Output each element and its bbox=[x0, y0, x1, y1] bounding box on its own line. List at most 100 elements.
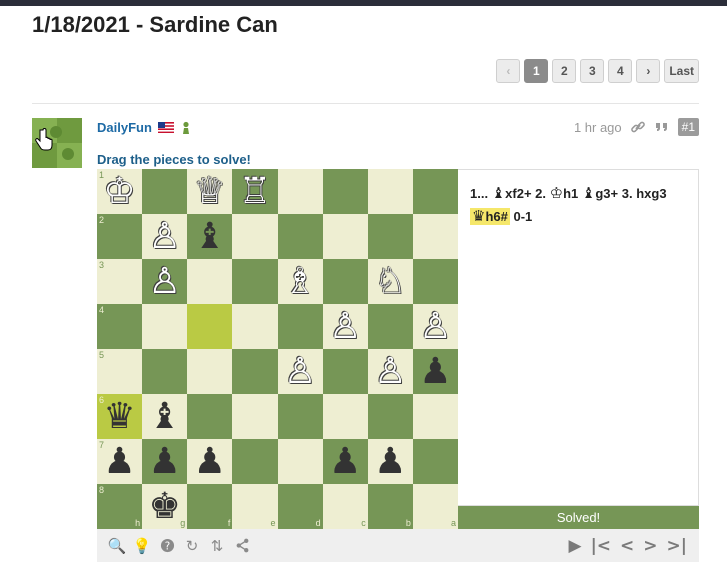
board-square[interactable]: e bbox=[232, 484, 278, 529]
prev-page-button[interactable]: ‹ bbox=[496, 59, 521, 83]
chess-piece[interactable]: ♙ bbox=[374, 353, 406, 390]
board-square[interactable]: ♙ bbox=[142, 214, 188, 259]
board-square[interactable] bbox=[277, 214, 323, 259]
move-current[interactable]: ♛h6# bbox=[470, 207, 510, 225]
board-square[interactable]: c bbox=[322, 484, 368, 529]
board-square[interactable]: ♘ bbox=[367, 259, 413, 304]
board-square[interactable] bbox=[322, 214, 368, 259]
chess-piece[interactable]: ♕ bbox=[194, 173, 226, 210]
chess-piece[interactable]: ♟ bbox=[374, 443, 406, 480]
board-square[interactable] bbox=[232, 349, 278, 394]
chess-piece[interactable]: ♙ bbox=[284, 353, 316, 390]
chess-piece[interactable]: ♟ bbox=[103, 443, 135, 480]
post-number[interactable]: #1 bbox=[677, 118, 699, 136]
last-move-icon[interactable]: >| bbox=[667, 536, 687, 556]
board-square[interactable] bbox=[142, 304, 188, 349]
chess-piece[interactable]: ♙ bbox=[419, 308, 451, 345]
board-square[interactable]: ♙ bbox=[142, 259, 188, 304]
board-square[interactable] bbox=[367, 304, 413, 349]
chess-piece[interactable]: ♟ bbox=[194, 443, 226, 480]
board-square[interactable]: ♝ bbox=[142, 394, 188, 439]
board-square[interactable] bbox=[367, 169, 413, 214]
chess-piece[interactable]: ♙ bbox=[329, 308, 361, 345]
hint-icon[interactable]: 💡 bbox=[133, 537, 152, 555]
help-icon[interactable]: ? bbox=[159, 537, 175, 555]
board-square[interactable] bbox=[187, 304, 233, 349]
chess-piece[interactable]: ♟ bbox=[149, 443, 181, 480]
share-icon[interactable] bbox=[234, 537, 250, 555]
board-square[interactable]: ♟ bbox=[367, 439, 413, 484]
board-square[interactable]: ♙ bbox=[322, 304, 368, 349]
chess-piece[interactable]: ♙ bbox=[149, 263, 181, 300]
board-square[interactable] bbox=[187, 349, 233, 394]
board-square[interactable] bbox=[232, 394, 278, 439]
chess-piece[interactable]: ♟ bbox=[329, 443, 361, 480]
play-icon[interactable]: ▶ bbox=[569, 536, 582, 556]
board-square[interactable]: d bbox=[277, 484, 323, 529]
board-square[interactable]: 6 ♛ bbox=[97, 394, 143, 439]
chess-board[interactable]: 1 ♔ ♕ ♖ 2 ♙ ♝ 3 ♙ ♗ ♘ 4 ♙ ♙ 5 ♙ ♙ ♟ 6 ♛ ♝ 7 ♟ ♟ ♟ ♟ ♟ 8 h g ♚ f e d c b a bbox=[97, 169, 458, 529]
board-square[interactable]: ♙ bbox=[412, 304, 458, 349]
board-square[interactable] bbox=[322, 349, 368, 394]
board-square[interactable] bbox=[322, 394, 368, 439]
board-square[interactable] bbox=[412, 259, 458, 304]
board-square[interactable]: 4 bbox=[97, 304, 143, 349]
board-square[interactable] bbox=[277, 169, 323, 214]
page-2-button[interactable]: 2 bbox=[552, 59, 577, 83]
page-4-button[interactable]: 4 bbox=[608, 59, 633, 83]
page-3-button[interactable]: 3 bbox=[580, 59, 605, 83]
board-square[interactable]: ♙ bbox=[277, 349, 323, 394]
board-square[interactable]: ♙ bbox=[367, 349, 413, 394]
chess-piece[interactable]: ♔ bbox=[103, 173, 135, 210]
chess-piece[interactable]: ♝ bbox=[194, 218, 226, 255]
next-move-icon[interactable]: > bbox=[643, 536, 657, 556]
board-square[interactable] bbox=[232, 214, 278, 259]
board-square[interactable] bbox=[412, 439, 458, 484]
chess-piece[interactable]: ♗ bbox=[284, 263, 316, 300]
board-square[interactable]: 3 bbox=[97, 259, 143, 304]
board-square[interactable] bbox=[187, 394, 233, 439]
board-square[interactable]: ♟ bbox=[142, 439, 188, 484]
reset-icon[interactable]: ↻ bbox=[184, 537, 200, 555]
next-page-button[interactable]: › bbox=[636, 59, 661, 83]
board-square[interactable]: ♟ bbox=[187, 439, 233, 484]
chess-piece[interactable]: ♖ bbox=[239, 173, 271, 210]
board-square[interactable] bbox=[367, 214, 413, 259]
board-square[interactable]: 5 bbox=[97, 349, 143, 394]
chess-piece[interactable]: ♟ bbox=[419, 353, 451, 390]
chess-piece[interactable]: ♘ bbox=[374, 263, 406, 300]
board-square[interactable]: 8h bbox=[97, 484, 143, 529]
board-square[interactable] bbox=[277, 439, 323, 484]
avatar[interactable] bbox=[32, 118, 82, 168]
board-square[interactable]: a bbox=[412, 484, 458, 529]
board-square[interactable]: f bbox=[187, 484, 233, 529]
board-square[interactable]: ♟ bbox=[412, 349, 458, 394]
flip-icon[interactable]: ⇅ bbox=[209, 537, 225, 555]
chess-piece[interactable]: ♙ bbox=[149, 218, 181, 255]
board-square[interactable]: 7 ♟ bbox=[97, 439, 143, 484]
page-1-button[interactable]: 1 bbox=[524, 59, 549, 83]
move[interactable]: hxg3 bbox=[636, 186, 666, 201]
board-square[interactable] bbox=[142, 349, 188, 394]
quote-icon[interactable] bbox=[654, 119, 670, 135]
board-square[interactable] bbox=[412, 214, 458, 259]
board-square[interactable]: 2 bbox=[97, 214, 143, 259]
last-page-button[interactable]: Last bbox=[664, 59, 699, 83]
board-square[interactable] bbox=[322, 169, 368, 214]
board-square[interactable] bbox=[232, 439, 278, 484]
board-square[interactable]: ♗ bbox=[277, 259, 323, 304]
board-square[interactable] bbox=[232, 259, 278, 304]
move[interactable]: ♝g3+ bbox=[582, 184, 618, 202]
board-square[interactable]: b bbox=[367, 484, 413, 529]
analyze-icon[interactable]: 🔍 bbox=[108, 537, 127, 555]
board-square[interactable]: g ♚ bbox=[142, 484, 188, 529]
board-square[interactable] bbox=[412, 394, 458, 439]
move[interactable]: ♔h1 bbox=[550, 184, 579, 202]
chess-piece[interactable]: ♛ bbox=[103, 398, 135, 435]
move[interactable]: ♝xf2+ bbox=[492, 184, 532, 202]
chess-piece[interactable]: ♚ bbox=[149, 488, 181, 525]
board-square[interactable]: ♖ bbox=[232, 169, 278, 214]
board-square[interactable]: ♕ bbox=[187, 169, 233, 214]
board-square[interactable] bbox=[277, 394, 323, 439]
first-move-icon[interactable]: |< bbox=[591, 536, 611, 556]
